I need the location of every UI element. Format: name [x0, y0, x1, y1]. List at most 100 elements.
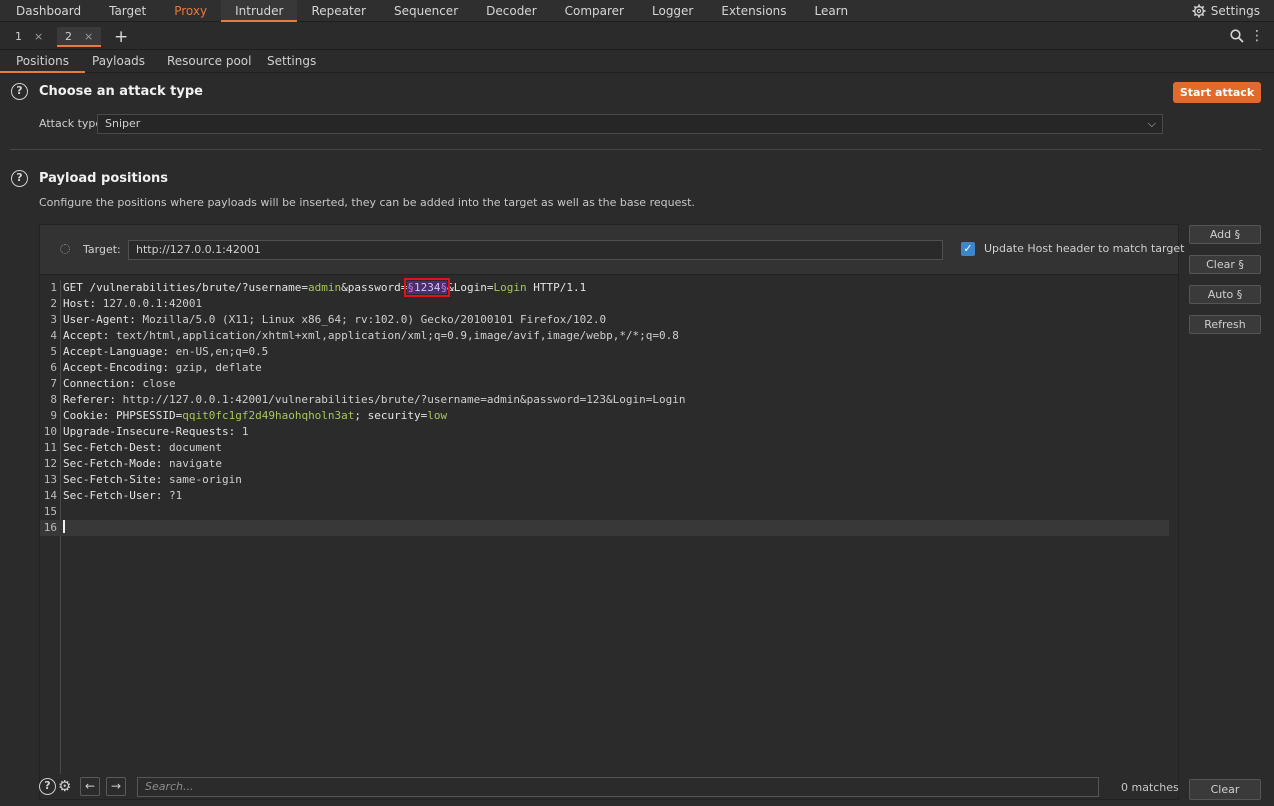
- target-label: Target:: [83, 243, 121, 256]
- header-name: Sec-Fetch-Mode: [63, 457, 156, 470]
- section-divider: [10, 149, 1261, 150]
- chevron-down-icon: ⌵: [1147, 117, 1156, 130]
- line-number: 11: [43, 441, 57, 454]
- instance-tab-label: 1: [15, 30, 22, 43]
- header-value: same-origin: [168, 473, 242, 486]
- line-number: 6: [50, 361, 57, 374]
- tab-settings[interactable]: Settings: [251, 51, 332, 73]
- top-nav: Dashboard Target Proxy Intruder Repeater…: [0, 0, 1274, 22]
- instance-tab-label: 2: [65, 30, 72, 43]
- header-value: navigate: [168, 457, 222, 470]
- auto-marker-button[interactable]: Auto §: [1189, 285, 1261, 304]
- line-number: 13: [43, 473, 57, 486]
- nav-tab-sequencer[interactable]: Sequencer: [380, 0, 472, 21]
- payload-position-highlight[interactable]: §1234§: [404, 278, 451, 297]
- login-param: &Login=: [447, 281, 494, 294]
- attack-type-value: Sniper: [105, 117, 141, 130]
- help-icon[interactable]: ?: [11, 83, 28, 100]
- attack-type-heading: Choose an attack type: [39, 84, 203, 99]
- current-line: 16: [40, 520, 1169, 536]
- header-value: Mozilla/5.0 (X11; Linux x86_64; rv:102.0…: [142, 313, 607, 326]
- close-icon[interactable]: ×: [34, 27, 43, 47]
- nav-tab-target[interactable]: Target: [95, 0, 160, 21]
- line-number: 7: [50, 377, 57, 390]
- line-number: 1: [50, 281, 57, 294]
- target-input[interactable]: http://127.0.0.1:42001: [128, 240, 943, 260]
- header-line: 8 Referer: http://127.0.0.1:42001/vulnera…: [40, 392, 1169, 408]
- tab-positions[interactable]: Positions: [0, 51, 85, 73]
- header-line: 3 User-Agent: Mozilla/5.0 (X11; Linux x86…: [40, 312, 1169, 328]
- nav-tab-proxy[interactable]: Proxy: [160, 0, 221, 21]
- gear-icon: [1192, 4, 1206, 18]
- clear-marker-button[interactable]: Clear §: [1189, 255, 1261, 274]
- line-number: 2: [50, 297, 57, 310]
- add-tab-button[interactable]: +: [114, 28, 128, 46]
- instance-tab-1[interactable]: 1 ×: [7, 27, 51, 47]
- settings-label: Settings: [1210, 4, 1260, 18]
- nav-tab-extensions[interactable]: Extensions: [707, 0, 800, 21]
- section-tab-bar: Positions Payloads Resource pool Setting…: [0, 51, 1274, 73]
- cookie-separator: ;: [354, 409, 368, 422]
- header-value: text/html,application/xhtml+xml,applicat…: [116, 329, 679, 342]
- refresh-button[interactable]: Refresh: [1189, 315, 1261, 334]
- start-attack-button[interactable]: Start attack: [1173, 82, 1261, 103]
- gear-icon[interactable]: ⚙: [58, 778, 71, 795]
- http-method: GET: [63, 281, 83, 294]
- search-input[interactable]: Search...: [137, 777, 1099, 797]
- header-line: 14 Sec-Fetch-User: ?1: [40, 488, 1169, 504]
- nav-tab-intruder[interactable]: Intruder: [221, 0, 298, 22]
- line-number: 5: [50, 345, 57, 358]
- update-host-checkbox[interactable]: ✓: [961, 242, 975, 256]
- request-path: /vulnerabilities/brute/?username=: [82, 281, 309, 294]
- clear-search-button[interactable]: Clear: [1189, 779, 1261, 800]
- close-icon[interactable]: ×: [84, 27, 93, 45]
- nav-tab-repeater[interactable]: Repeater: [297, 0, 380, 21]
- help-icon[interactable]: ?: [39, 778, 56, 795]
- line-number: 14: [43, 489, 57, 502]
- header-line: 13 Sec-Fetch-Site: same-origin: [40, 472, 1169, 488]
- tab-payloads[interactable]: Payloads: [76, 51, 161, 73]
- header-value: 127.0.0.1:42001: [102, 297, 203, 310]
- nav-tab-decoder[interactable]: Decoder: [472, 0, 551, 21]
- header-name: User-Agent: [63, 313, 130, 326]
- search-icon[interactable]: [1230, 29, 1244, 43]
- cookie-value: qqit0fc1gf2d49haohqholn3at: [182, 409, 355, 422]
- header-name: Connection: [63, 377, 130, 390]
- instance-tab-bar: 1 × 2 ×: [0, 23, 1274, 50]
- tab-resource-pool[interactable]: Resource pool: [151, 51, 267, 73]
- nav-tab-learn[interactable]: Learn: [801, 0, 863, 21]
- password-param: &password=: [341, 281, 408, 294]
- add-marker-button[interactable]: Add §: [1189, 225, 1261, 244]
- line-number: 4: [50, 329, 57, 342]
- empty-line: 15: [40, 504, 1169, 520]
- header-value: en-US,en;q=0.5: [175, 345, 269, 358]
- nav-tab-comparer[interactable]: Comparer: [551, 0, 638, 21]
- target-settings-icon[interactable]: [60, 244, 70, 254]
- help-icon[interactable]: ?: [11, 170, 28, 187]
- line-number: 3: [50, 313, 57, 326]
- arrow-left-icon[interactable]: ←: [80, 777, 100, 796]
- nav-tab-dashboard[interactable]: Dashboard: [0, 0, 95, 21]
- header-line: 12 Sec-Fetch-Mode: navigate: [40, 456, 1169, 472]
- payload-positions-description: Configure the positions where payloads w…: [39, 196, 695, 209]
- match-count: 0 matches: [1121, 781, 1179, 794]
- cookie-key: PHPSESSID: [116, 409, 176, 422]
- header-name: Referer: [63, 393, 110, 406]
- arrow-right-icon[interactable]: →: [106, 777, 126, 796]
- header-name: Cookie: [63, 409, 103, 422]
- header-value: gzip, deflate: [175, 361, 262, 374]
- instance-tab-2[interactable]: 2 ×: [57, 27, 102, 47]
- more-options-icon[interactable]: ⋮: [1250, 28, 1264, 44]
- payload-positions-heading: Payload positions: [39, 171, 169, 186]
- header-value: close: [142, 377, 176, 390]
- header-line: 9 Cookie: PHPSESSID=qqit0fc1gf2d49haohqho…: [40, 408, 1169, 424]
- attack-type-select[interactable]: Sniper ⌵: [97, 114, 1163, 134]
- request-line: 1 GET /vulnerabilities/brute/?username=ad…: [40, 278, 1169, 297]
- username-value: admin: [308, 281, 342, 294]
- settings-button[interactable]: Settings: [1192, 0, 1260, 22]
- header-name: Host: [63, 297, 90, 310]
- header-name: Sec-Fetch-Site: [63, 473, 156, 486]
- header-line: 11 Sec-Fetch-Dest: document: [40, 440, 1169, 456]
- nav-tab-logger[interactable]: Logger: [638, 0, 707, 21]
- header-value: http://127.0.0.1:42001/vulnerabilities/b…: [122, 393, 686, 406]
